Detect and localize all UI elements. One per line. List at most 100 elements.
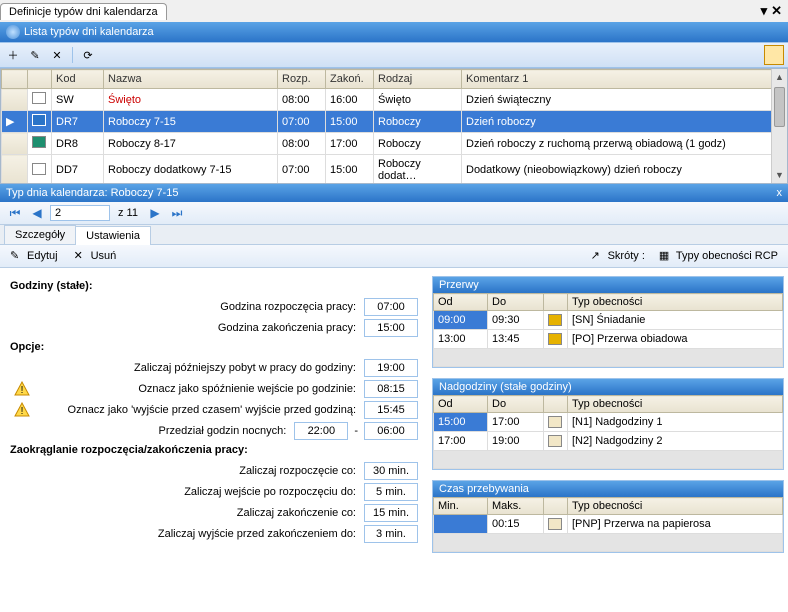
cell-komentarz: Dodatkowy (nieobowiązkowy) dzień roboczy [462,155,787,185]
opt4-from-input[interactable] [294,422,348,440]
nav-last-icon[interactable]: ⏭ [168,204,186,222]
cell-kod: SW [52,89,104,111]
cell-rozp: 07:00 [278,111,326,133]
z2-input[interactable] [364,483,418,501]
tab-ustawienia[interactable]: Ustawienia [75,226,151,245]
shortcuts-label: ↗ Skróty : [587,248,649,264]
col-do[interactable]: Do [488,396,544,413]
z4-input[interactable] [364,525,418,543]
col-od[interactable]: Od [434,396,488,413]
col-min[interactable]: Min. [434,498,488,515]
scroll-down-icon[interactable]: ▼ [772,167,787,183]
list-header: Lista typów dni kalendarza [0,22,788,42]
detail-close-icon[interactable]: x [777,187,783,199]
color-cell [28,155,52,185]
z2-label: Zaliczaj wejście po rozpoczęciu do: [10,486,364,498]
col-kod[interactable]: Kod [52,70,104,89]
table-row[interactable]: 09:0009:30[SN] Śniadanie [434,311,783,330]
pencil-icon: ✎ [10,249,24,263]
nav-prev-icon[interactable]: ◀ [28,204,46,222]
nav-first-icon[interactable]: ⏮ [6,204,24,222]
cell-typ: [N2] Nadgodziny 2 [568,432,783,451]
col-color[interactable] [544,498,568,515]
table-row[interactable]: ▶DR7Roboczy 7-1507:0015:00RoboczyDzień r… [2,111,787,133]
scroll-up-icon[interactable]: ▲ [772,69,787,85]
nav-position-input[interactable] [50,205,110,221]
table-row[interactable]: 13:0013:45[PO] Przerwa obiadowa [434,330,783,349]
rcp-link[interactable]: ▦ Typy obecności RCP [655,248,782,264]
z1-input[interactable] [364,462,418,480]
day-types-grid[interactable]: Kod Nazwa Rozp. Zakoń. Rodzaj Komentarz … [1,69,787,184]
col-do[interactable]: Do [488,294,544,311]
scroll-thumb[interactable] [774,87,785,127]
separator [72,47,73,63]
opt2-input[interactable] [364,380,418,398]
col-typ[interactable]: Typ obecności [568,396,783,413]
cell-kod: DD7 [52,155,104,185]
cell-komentarz: Dzień świąteczny [462,89,787,111]
opt1-input[interactable] [364,359,418,377]
opcje-title: Opcje: [10,341,418,353]
close-icon[interactable]: ✕ [771,3,782,19]
collapse-button[interactable] [764,45,784,65]
cell-a: 15:00 [434,413,488,432]
col-color[interactable] [544,396,568,413]
cell-a [434,515,488,534]
table-row[interactable]: DR8Roboczy 8-1708:0017:00RoboczyDzień ro… [2,133,787,155]
col-komentarz[interactable]: Komentarz 1 [462,70,787,89]
tab-szczegoly[interactable]: Szczegóły [4,225,76,244]
z3-input[interactable] [364,504,418,522]
col-od[interactable]: Od [434,294,488,311]
cell-rodzaj: Roboczy [374,133,462,155]
edit-button[interactable]: ✎ [26,46,44,64]
nadgodziny-panel: Nadgodziny (stałe godziny) Od Do Typ obe… [432,378,784,470]
opt4-to-input[interactable] [364,422,418,440]
cell-typ: [SN] Śniadanie [568,311,783,330]
cell-rozp: 08:00 [278,89,326,111]
cell-color [544,515,568,534]
delete-button[interactable]: ✕ [48,46,66,64]
col-typ[interactable]: Typ obecności [568,498,783,515]
cell-rozp: 07:00 [278,155,326,185]
czas-grid[interactable]: Min. Maks. Typ obecności 00:15[PNP] Prze… [433,497,783,552]
table-row[interactable]: 15:0017:00[N1] Nadgodziny 1 [434,413,783,432]
opt3-input[interactable] [364,401,418,419]
opt3-label: Oznacz jako 'wyjście przed czasem' wyjśc… [30,404,364,416]
g-rozp-input[interactable] [364,298,418,316]
g-rozp-label: Godzina rozpoczęcia pracy: [10,301,364,313]
minimize-icon[interactable]: ▾ [761,3,768,19]
cell-color [544,311,568,330]
col-zakon[interactable]: Zakoń. [326,70,374,89]
cell-kod: DR8 [52,133,104,155]
nadgodziny-grid[interactable]: Od Do Typ obecności 15:0017:00[N1] Nadgo… [433,395,783,469]
cell-rodzaj: Roboczy [374,111,462,133]
przerwy-grid[interactable]: Od Do Typ obecności 09:0009:30[SN] Śniad… [433,293,783,367]
table-row[interactable]: SWŚwięto08:0016:00ŚwiętoDzień świąteczny [2,89,787,111]
grid-scrollbar[interactable]: ▲ ▼ [771,69,787,183]
svg-text:!: ! [21,385,24,396]
table-row[interactable]: DD7Roboczy dodatkowy 7-1507:0015:00Roboc… [2,155,787,185]
g-zak-input[interactable] [364,319,418,337]
nav-next-icon[interactable]: ▶ [146,204,164,222]
col-rozp[interactable]: Rozp. [278,70,326,89]
col-rodzaj[interactable]: Rodzaj [374,70,462,89]
delete-icon: ✕ [74,249,88,263]
arrow-link-icon: ↗ [591,249,605,263]
delete-action[interactable]: ✕ Usuń [70,248,121,264]
table-row[interactable]: 00:15[PNP] Przerwa na papierosa [434,515,783,534]
edit-action[interactable]: ✎ Edytuj [6,248,62,264]
z4-label: Zaliczaj wyjście przed zakończeniem do: [10,528,364,540]
cell-typ: [N1] Nadgodziny 1 [568,413,783,432]
window-tab-title[interactable]: Definicje typów dni kalendarza [0,3,167,20]
refresh-button[interactable]: ⟳ [79,46,97,64]
col-typ[interactable]: Typ obecności [568,294,783,311]
color-cell [28,89,52,111]
add-button[interactable]: ＋ [4,46,22,64]
table-row[interactable]: 17:0019:00[N2] Nadgodziny 2 [434,432,783,451]
col-color[interactable] [28,70,52,89]
z3-label: Zaliczaj zakończenie co: [10,507,364,519]
action-bar: ✎ Edytuj ✕ Usuń ↗ Skróty : ▦ Typy obecno… [0,245,788,268]
col-color[interactable] [544,294,568,311]
col-max[interactable]: Maks. [488,498,544,515]
col-nazwa[interactable]: Nazwa [104,70,278,89]
